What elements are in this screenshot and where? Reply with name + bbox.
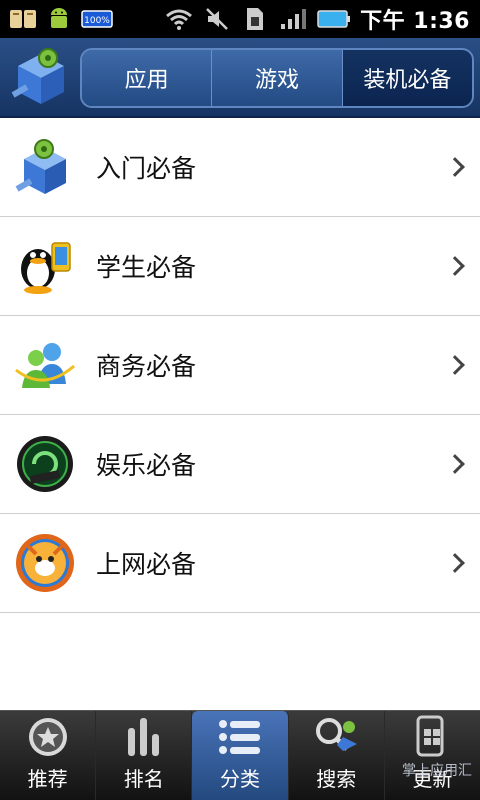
list-item-label: 学生必备 (96, 253, 197, 282)
nav-label: 排名 (123, 767, 164, 791)
nav-label: 推荐 (27, 767, 68, 791)
essentials-list: 入门必备 学生必备 商务必备 娱乐必备 上网必备 (0, 118, 480, 613)
tab-apps[interactable]: 应用 (82, 50, 213, 106)
list-icon (217, 715, 263, 759)
nav-ranking[interactable]: 排名 (96, 711, 193, 800)
chevron-right-icon (445, 256, 465, 276)
clock: 下午 1:36 (360, 9, 470, 34)
category-tabs: 应用 游戏 装机必备 (80, 48, 474, 108)
list-item-student[interactable]: 学生必备 (0, 217, 480, 316)
messenger-people-icon (14, 334, 76, 396)
book-icon (8, 5, 38, 33)
app-logo-cube-icon[interactable] (8, 44, 74, 110)
cube-gear-icon (14, 136, 76, 198)
nav-label: 搜索 (316, 767, 357, 791)
wifi-icon (164, 5, 194, 33)
sim-icon (240, 5, 270, 33)
chevron-right-icon (445, 355, 465, 375)
list-item-label: 上网必备 (96, 550, 197, 579)
status-bar: 100% 下午 1:36 (0, 0, 480, 38)
list-item-entertainment[interactable]: 娱乐必备 (0, 415, 480, 514)
nav-recommend[interactable]: 推荐 (0, 711, 97, 800)
tab-essentials[interactable]: 装机必备 (342, 50, 472, 106)
battery-icon (316, 5, 352, 33)
chevron-right-icon (445, 454, 465, 474)
update-phone-icon (409, 715, 455, 759)
qq-penguin-icon (14, 235, 76, 297)
list-item-business[interactable]: 商务必备 (0, 316, 480, 415)
chevron-right-icon (445, 553, 465, 573)
list-item-beginner[interactable]: 入门必备 (0, 118, 480, 217)
bottom-navigation: 推荐 排名 分类 搜索 更新 (0, 710, 480, 800)
nav-categories[interactable]: 分类 (192, 711, 289, 800)
nav-label: 分类 (220, 767, 260, 791)
list-item-label: 娱乐必备 (96, 451, 197, 480)
mute-icon (202, 5, 232, 33)
app-header: 应用 游戏 装机必备 (0, 38, 480, 118)
nav-update[interactable]: 更新 (385, 711, 480, 800)
bars-icon (121, 715, 167, 759)
signal-icon (278, 5, 308, 33)
svg-text:100%: 100% (84, 16, 110, 26)
games-360-icon (14, 433, 76, 495)
list-item-internet[interactable]: 上网必备 (0, 514, 480, 613)
list-item-label: 入门必备 (96, 154, 197, 183)
brand-watermark: 掌上应用汇 (402, 763, 472, 779)
uc-squirrel-icon (14, 532, 76, 594)
list-item-label: 商务必备 (96, 352, 197, 381)
chevron-right-icon (445, 157, 465, 177)
nav-search[interactable]: 搜索 (289, 711, 385, 800)
battery-indicator-icon: 100% (80, 5, 116, 33)
search-icon (313, 715, 359, 759)
star-icon (25, 715, 71, 759)
android-icon (44, 5, 74, 33)
tab-games[interactable]: 游戏 (212, 50, 343, 106)
